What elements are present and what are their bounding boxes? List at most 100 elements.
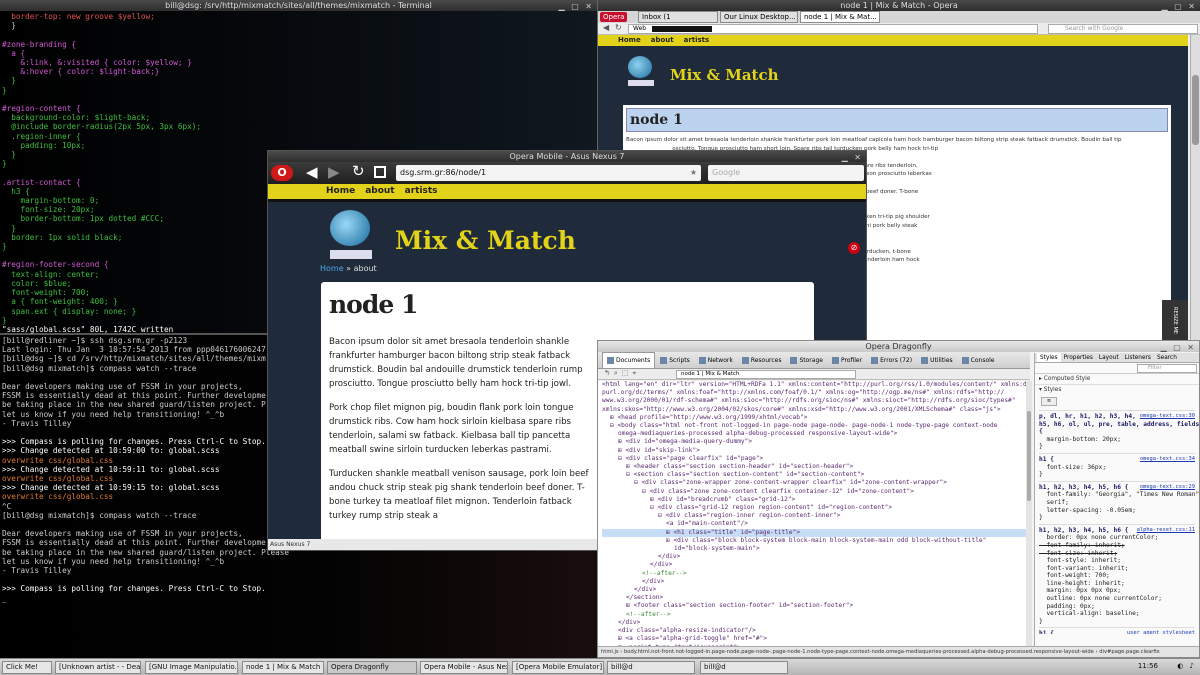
taskbar-item[interactable]: Opera Dragonfly — [327, 661, 417, 674]
taskbar-item[interactable]: Click Me! — [2, 661, 52, 674]
dragonfly-tab-network[interactable]: Network — [695, 352, 737, 368]
dom-node-line[interactable]: purl.org/dc/terms/" xmlns:foaf="http://x… — [602, 389, 1026, 397]
terminal-titlebar[interactable]: bill@dsg: /srv/http/mixmatch/sites/all/t… — [0, 0, 597, 11]
toolbar-tool-icons[interactable]: ↰⌕⬚⌖ — [604, 369, 640, 378]
opera-menu-button[interactable]: Opera — [600, 12, 628, 22]
dom-node-line[interactable]: </section> — [602, 594, 1026, 602]
taskbar-item[interactable]: bill@d — [607, 661, 695, 674]
dragonfly-tab-documents[interactable]: Documents — [602, 352, 656, 368]
dragonfly-tab-storage[interactable]: Storage — [786, 352, 826, 368]
css-declaration[interactable]: letter-spacing: -0.05em; — [1039, 507, 1195, 515]
site-logo[interactable] — [628, 56, 654, 92]
site-name[interactable]: Mix & Match — [670, 66, 779, 84]
css-declaration[interactable]: outline: 0px none currentColor; — [1039, 595, 1195, 603]
dragonfly-tab-utilities[interactable]: Utilities — [917, 352, 957, 368]
reload-icon[interactable]: ↻ — [615, 23, 622, 32]
dom-node-line[interactable]: <!--after--> — [602, 611, 1026, 619]
dom-node-line[interactable]: ⊟ <div class="region-inner region-conten… — [602, 512, 1026, 520]
tabs-icon[interactable] — [374, 166, 386, 178]
dom-scrollbar[interactable] — [1026, 381, 1032, 647]
dom-node-line[interactable]: ⊟ <div class="zone-wrapper zone-content-… — [602, 479, 1026, 487]
css-declaration[interactable]: font-family: inherit; — [1039, 542, 1195, 550]
resize-me-badge[interactable]: RESIZE ME — [1162, 300, 1188, 340]
nav-about[interactable]: about — [651, 36, 674, 44]
css-declaration[interactable]: serif; — [1039, 499, 1195, 507]
dom-node-line[interactable]: ⊟ <div class="zone zone-content clearfix… — [602, 488, 1026, 496]
search-field[interactable]: Search with Google — [1048, 24, 1198, 34]
css-rule-block[interactable]: omega-text.css:34 h1 { font-size: 36px;} — [1039, 452, 1195, 481]
taskbar-item[interactable]: [GNU Image Manipulatio... — [145, 661, 238, 674]
dom-node-line[interactable]: </div> — [602, 553, 1026, 561]
dom-node-line[interactable]: omega-mediaqueries-processed alpha-debug… — [602, 430, 1026, 438]
bookmark-star-icon[interactable]: ★ — [690, 165, 697, 181]
opera-titlebar[interactable]: node 1 | Mix & Match - Opera ▁ ▢ ✕ — [598, 0, 1200, 11]
mobile-url-field[interactable]: dsg.srm.gr:86/node/1 ★ — [396, 165, 701, 181]
css-declaration[interactable]: } — [1039, 618, 1195, 626]
mobile-search-field[interactable]: Google — [708, 165, 864, 181]
dragonfly-tab-profiler[interactable]: Profiler — [828, 352, 866, 368]
dragonfly-window[interactable]: Opera Dragonfly ▁ ▢ ✕ Documents Scripts Ne… — [597, 340, 1200, 658]
opera-o-icon[interactable]: O — [271, 165, 293, 181]
dragonfly-titlebar[interactable]: Opera Dragonfly ▁ ▢ ✕ — [598, 341, 1199, 352]
css-rule-block[interactable]: omega-text.css:30 p, dl, hr, h1, h2, h3, … — [1039, 410, 1199, 453]
dom-node-line[interactable]: ⊞ <div id="breadcrumb" class="grid-12"> — [602, 496, 1026, 504]
css-rule-source-link[interactable]: omega-text.css:34 — [1140, 456, 1195, 464]
nav-artists[interactable]: artists — [405, 186, 438, 196]
block-icon[interactable]: ⊘ — [848, 242, 860, 254]
dom-node-line[interactable]: </div> — [602, 561, 1026, 569]
dom-node-line[interactable]: ⊞ <div class="block block-system block-m… — [602, 537, 1026, 545]
css-rule-source-link[interactable]: user agent stylesheet — [1127, 630, 1195, 634]
css-declaration[interactable]: font-variant: inherit; — [1039, 565, 1195, 573]
styles-tab-layout[interactable]: Layout — [1096, 353, 1122, 362]
styles-toggle[interactable]: ▾ Styles — [1035, 385, 1199, 395]
dom-node-line[interactable]: ⊞ <div id="omega-media-query-dummy"> — [602, 438, 1026, 446]
dragonfly-tab-resources[interactable]: Resources — [738, 352, 786, 368]
dom-node-line[interactable]: www.w3.org/2000/01/rdf-schema#" xmlns:si… — [602, 397, 1026, 405]
css-rule-block[interactable]: alpha-reset.css:11 h1, h2, h3, h4, h5, h6… — [1039, 523, 1195, 628]
dom-node-line[interactable]: <!--after--> — [602, 570, 1026, 578]
dragonfly-tab-errors[interactable]: Errors (72) — [867, 352, 916, 368]
dragonfly-tab-console[interactable]: Console — [958, 352, 999, 368]
tab-linux-desktop[interactable]: Our Linux Desktop... — [720, 11, 798, 23]
document-select[interactable]: node 1 | Mix & Match — [676, 370, 856, 379]
css-declaration[interactable]: padding: 0px; — [1039, 603, 1195, 611]
taskbar-item[interactable]: [Opera Mobile Emulator] — [512, 661, 604, 674]
nav-home[interactable]: Home — [618, 36, 641, 44]
reload-icon[interactable]: ↻ — [352, 162, 365, 180]
styles-tab-styles[interactable]: Styles — [1037, 353, 1061, 362]
dom-node-line[interactable]: </div> — [602, 619, 1026, 627]
css-declaration[interactable]: font-size: inherit; — [1039, 550, 1195, 558]
styles-tab-search[interactable]: Search — [1154, 353, 1180, 362]
dragonfly-tab-scripts[interactable]: Scripts — [656, 352, 694, 368]
css-declaration[interactable]: } — [1039, 471, 1195, 479]
css-rules-list[interactable]: omega-text.css:30 p, dl, hr, h1, h2, h3, … — [1035, 408, 1199, 634]
taskbar-item[interactable]: [Unknown artist - - Dea... — [55, 661, 141, 674]
dom-node-line[interactable]: ⊞ <head profile="http://www.w3.org/1999/… — [602, 414, 1026, 422]
tab-node1-active[interactable]: node 1 | Mix & Mat... — [800, 11, 880, 23]
dom-node-line[interactable]: ⊞ <div id="skip-link"> — [602, 447, 1026, 455]
css-declaration[interactable]: border: 0px none currentColor; — [1039, 534, 1195, 542]
dom-node-line[interactable]: xmlns:skos="http://www.w3.org/2004/02/sk… — [602, 406, 1026, 414]
styles-tab-listeners[interactable]: Listeners — [1122, 353, 1154, 362]
css-declaration[interactable]: font-size: 36px; — [1039, 464, 1195, 472]
dom-node-line[interactable]: ⊞ <footer class="section section-footer"… — [602, 602, 1026, 610]
css-rule-block[interactable]: user agent stylesheeth1 { display: block… — [1039, 627, 1195, 634]
css-declaration[interactable]: font-family: "Georgia", "Times New Roman… — [1039, 491, 1199, 499]
styles-filter-input[interactable]: Filter — [1137, 364, 1197, 373]
css-rule-source-link[interactable]: omega-text.css:30 — [1140, 413, 1195, 421]
tab-inbox[interactable]: Inbox (1 — [638, 11, 718, 23]
dom-node-line[interactable]: </div> — [602, 578, 1026, 586]
mobile-site-name[interactable]: Mix & Match — [395, 226, 576, 255]
dom-node-line[interactable]: ⊞ <header class="section section-header"… — [602, 463, 1026, 471]
css-rule-block[interactable]: omega-text.css:29 h1, h2, h3, h4, h5, h6 … — [1039, 480, 1199, 524]
dom-node-line[interactable]: <div class="alpha-resize-indicator"/> — [602, 627, 1026, 635]
mobile-titlebar[interactable]: Opera Mobile - Asus Nexus 7 ▁ ✕ — [268, 151, 866, 162]
element-style-box[interactable]: ≡ — [1041, 397, 1057, 406]
nav-about[interactable]: about — [365, 186, 394, 196]
back-arrow-icon[interactable]: ◀ — [306, 163, 318, 181]
css-rule-source-link[interactable]: omega-text.css:29 — [1140, 484, 1195, 492]
taskbar-item[interactable]: node 1 | Mix & Match - ... — [242, 661, 324, 674]
taskbar-item[interactable]: bill@d — [700, 661, 788, 674]
back-icon[interactable]: ◀ — [603, 23, 609, 32]
clock[interactable]: 11:56 — [1138, 662, 1158, 670]
